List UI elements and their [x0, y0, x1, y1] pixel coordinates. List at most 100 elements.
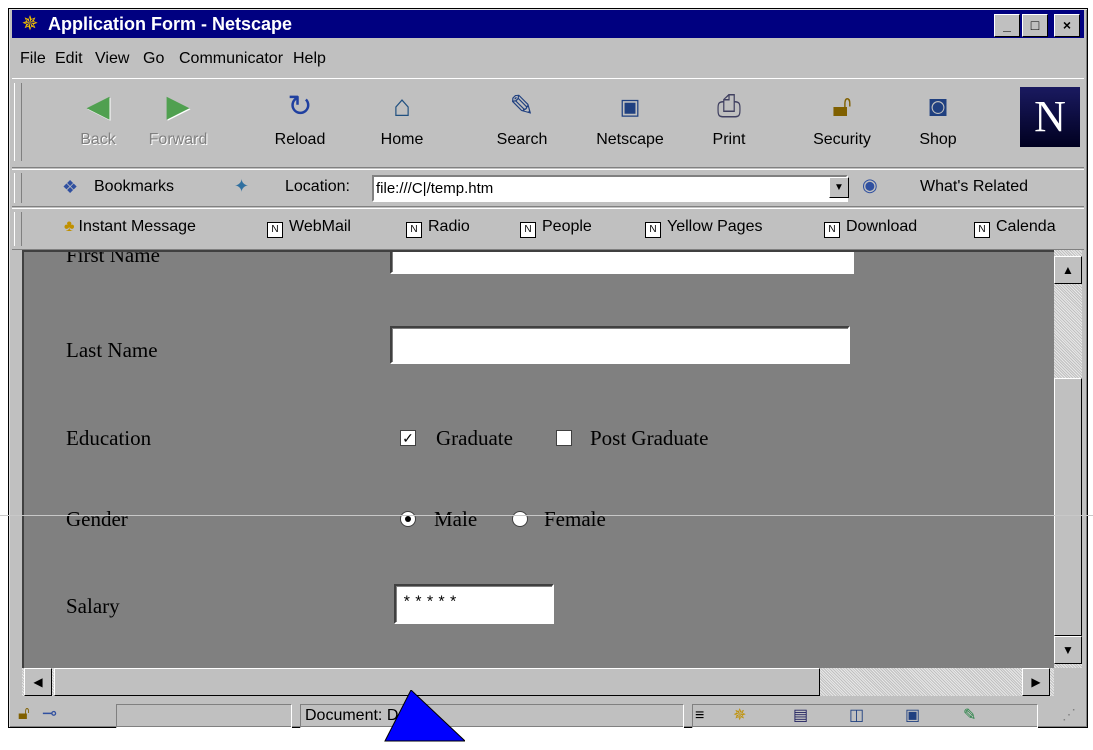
document-icon: N: [974, 222, 990, 238]
download-label: Download: [846, 218, 918, 235]
webmail-link[interactable]: N WebMail: [267, 218, 351, 238]
search-icon: ✎: [509, 90, 535, 123]
gender-label: Gender: [66, 507, 128, 531]
document-icon: N: [645, 222, 661, 238]
education-label: Education: [66, 426, 152, 450]
print-label: Print: [712, 131, 746, 148]
female-radio[interactable]: [512, 511, 528, 527]
security-lock-icon[interactable]: 🔓︎: [18, 703, 30, 724]
male-radio[interactable]: [400, 511, 416, 527]
personal-toolbar-grip[interactable]: [14, 212, 22, 246]
menu-view[interactable]: View: [95, 50, 129, 68]
calendar-link[interactable]: N Calenda: [974, 218, 1082, 238]
radio-selected-dot: [405, 516, 411, 522]
menu-go[interactable]: Go: [143, 50, 164, 68]
back-button[interactable]: ◀ Back: [58, 83, 138, 163]
search-button[interactable]: ✎ Search: [482, 83, 562, 163]
url-text: file:///C|/temp.htm: [376, 180, 494, 197]
whats-related-button[interactable]: What's Related: [920, 178, 1028, 196]
scroll-down-button[interactable]: ▼: [1054, 636, 1082, 664]
post-graduate-label: Post Graduate: [590, 426, 709, 450]
netscape-logo[interactable]: N: [1020, 87, 1080, 147]
people-label: People: [542, 218, 592, 235]
download-link[interactable]: N Download: [824, 218, 917, 238]
mail-icon[interactable]: ▤: [793, 705, 808, 727]
calendar-label: Calenda: [996, 218, 1056, 235]
salary-value: *****: [402, 594, 461, 612]
post-graduate-checkbox[interactable]: [556, 430, 572, 446]
location-icon: ✦: [234, 176, 250, 196]
menu-file[interactable]: File: [20, 50, 46, 68]
security-label: Security: [813, 131, 871, 148]
yellow-pages-label: Yellow Pages: [667, 218, 763, 235]
guide-line: [0, 515, 1093, 516]
first-name-input[interactable]: [390, 252, 854, 274]
menu-communicator[interactable]: Communicator: [179, 50, 283, 68]
last-name-input[interactable]: [390, 326, 850, 364]
salary-password-input[interactable]: *****: [394, 584, 554, 624]
lock-icon: 🔓︎: [832, 90, 852, 123]
home-button[interactable]: ⌂ Home: [362, 83, 442, 163]
netscape-button[interactable]: ▣ Netscape: [590, 83, 670, 163]
menu-edit[interactable]: Edit: [55, 50, 83, 68]
back-label: Back: [80, 131, 116, 148]
graduate-label: Graduate: [436, 426, 513, 450]
forward-arrow-icon: ▶: [166, 90, 190, 123]
first-name-label: First Name: [66, 250, 160, 267]
composer-icon[interactable]: ▣: [905, 705, 920, 727]
bookmarks-button[interactable]: Bookmarks: [94, 178, 174, 196]
menu-bar: File Edit View Go Communicator Help: [12, 41, 1084, 75]
vertical-scroll-thumb[interactable]: [1054, 378, 1082, 636]
menu-help[interactable]: Help: [293, 50, 326, 68]
search-label: Search: [496, 131, 548, 148]
maximize-button[interactable]: □: [1022, 14, 1048, 37]
graduate-checkbox[interactable]: ✓: [400, 430, 416, 446]
status-bar: 🔓︎ ⊸ Document: Done ≡ ✵ ▤ ◫ ▣ ✎ ⋰: [12, 700, 1084, 728]
editor-pen-icon[interactable]: ✎: [963, 705, 976, 727]
webmail-label: WebMail: [289, 218, 351, 235]
netscape-label: Netscape: [596, 131, 664, 148]
instant-message-icon: ♣: [64, 218, 75, 235]
instant-message-link[interactable]: ♣ Instant Message: [64, 218, 196, 236]
minimize-button[interactable]: _: [994, 14, 1020, 37]
yellow-pages-link[interactable]: N Yellow Pages: [645, 218, 762, 238]
printer-icon: ⎙: [717, 90, 741, 123]
toolbar-grip[interactable]: [14, 83, 22, 161]
vertical-scrollbar[interactable]: ▲ ▼: [1054, 250, 1082, 668]
location-label: Location:: [285, 178, 350, 195]
forward-button[interactable]: ▶ Forward: [138, 83, 218, 163]
location-toolbar-grip[interactable]: [14, 173, 22, 203]
pointer-triangle-shape: [384, 690, 465, 742]
resize-grip-icon[interactable]: ⋰: [1062, 706, 1076, 723]
personal-toolbar: ♣ Instant Message N WebMail N Radio N People…: [12, 208, 1084, 250]
discussions-icon[interactable]: ◫: [849, 705, 864, 727]
home-label: Home: [380, 131, 424, 148]
component-bar: ≡ ✵ ▤ ◫ ▣ ✎: [692, 704, 1038, 728]
female-label: Female: [544, 507, 606, 531]
radio-label: Radio: [428, 218, 470, 235]
reload-icon: ↻: [287, 90, 313, 123]
navigator-icon[interactable]: ✵: [733, 705, 746, 727]
print-button[interactable]: ⎙ Print: [689, 83, 769, 163]
scroll-up-button[interactable]: ▲: [1054, 256, 1082, 284]
close-button[interactable]: ×: [1054, 14, 1080, 37]
document-icon: N: [406, 222, 422, 238]
my-netscape-icon: ▣: [619, 94, 641, 119]
window-title: Application Form - Netscape: [48, 14, 293, 34]
radio-link[interactable]: N Radio: [406, 218, 470, 238]
location-url-input[interactable]: file:///C|/temp.htm: [372, 175, 848, 202]
male-label: Male: [434, 507, 478, 531]
home-icon: ⌂: [392, 90, 412, 123]
reload-button[interactable]: ↻ Reload: [260, 83, 340, 163]
scroll-left-button[interactable]: ◀: [24, 668, 52, 696]
horizontal-scrollbar[interactable]: ◀ ▶: [22, 668, 1054, 696]
security-button[interactable]: 🔓︎ Security: [802, 83, 882, 163]
shop-label: Shop: [919, 131, 957, 148]
url-dropdown-button[interactable]: ▼: [829, 177, 849, 198]
last-name-label: Last Name: [66, 338, 158, 362]
people-link[interactable]: N People: [520, 218, 592, 238]
shop-button[interactable]: ◙ Shop: [898, 83, 978, 163]
status-text: Document: Done: [300, 704, 684, 728]
scroll-right-button[interactable]: ▶: [1022, 668, 1050, 696]
whats-related-icon: ◉: [862, 175, 878, 195]
